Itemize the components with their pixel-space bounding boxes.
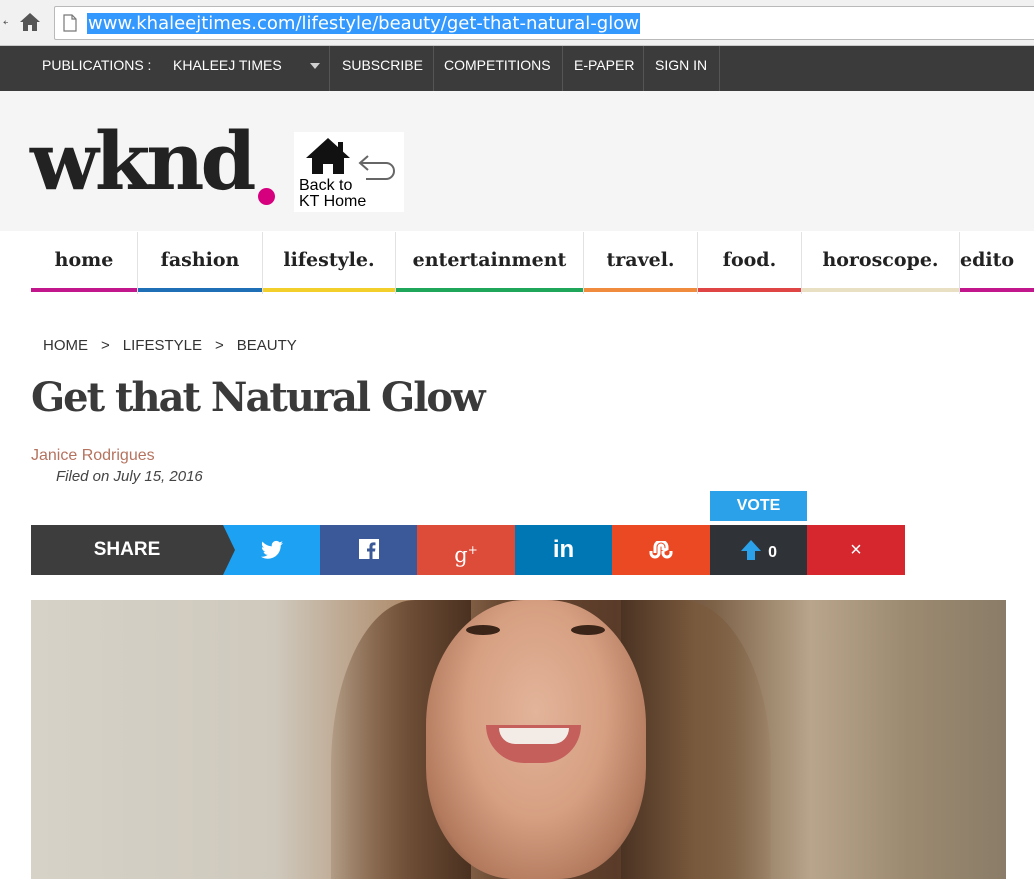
- hero-eye: [571, 625, 605, 635]
- share-arrow-shape: [223, 525, 235, 575]
- browser-toolbar: ← www.khaleejtimes.com/lifestyle/beauty/…: [0, 0, 1034, 46]
- filed-date: Filed on July 15, 2016: [56, 468, 203, 485]
- nav-label: fashion: [160, 249, 240, 271]
- back-home-line1: Back to: [299, 177, 353, 194]
- divider: [433, 46, 434, 91]
- close-share-button[interactable]: ×: [807, 525, 905, 575]
- top-utility-bar: PUBLICATIONS : KHALEEJ TIMES SUBSCRIBE C…: [0, 46, 1034, 91]
- back-arrow-icon[interactable]: ←: [0, 12, 8, 32]
- home-icon[interactable]: [18, 10, 42, 34]
- url-text[interactable]: www.khaleejtimes.com/lifestyle/beauty/ge…: [87, 13, 640, 34]
- nav-label: entertainment: [412, 249, 567, 271]
- divider: [329, 46, 330, 91]
- facebook-share-button[interactable]: [320, 525, 417, 575]
- vote-count: 0: [768, 544, 778, 561]
- breadcrumb-lifestyle[interactable]: LIFESTYLE: [123, 337, 202, 354]
- googleplus-icon: g+: [454, 543, 478, 567]
- breadcrumb-separator: >: [101, 337, 110, 354]
- dropdown-caret-icon[interactable]: [310, 63, 320, 69]
- share-bar: SHARE g+ in 0 ×: [31, 525, 905, 575]
- back-home-line2: KT Home: [299, 193, 367, 210]
- publications-label: PUBLICATIONS :: [42, 57, 152, 73]
- vote-label: VOTE: [710, 491, 807, 521]
- nav-underline: [802, 288, 959, 292]
- nav-item-home[interactable]: home: [31, 232, 138, 294]
- breadcrumb: HOME > LIFESTYLE > BEAUTY: [43, 337, 297, 354]
- twitter-share-button[interactable]: [223, 525, 320, 575]
- address-bar[interactable]: www.khaleejtimes.com/lifestyle/beauty/ge…: [54, 6, 1034, 40]
- nav-label: food.: [722, 249, 777, 271]
- wknd-logo[interactable]: wknd: [30, 121, 256, 201]
- divider: [562, 46, 563, 91]
- nav-underline: [31, 288, 137, 292]
- divider: [719, 46, 720, 91]
- signin-link[interactable]: SIGN IN: [655, 46, 707, 91]
- twitter-icon: [260, 540, 283, 559]
- breadcrumb-beauty[interactable]: BEAUTY: [237, 337, 297, 354]
- house-icon: [306, 138, 350, 174]
- nav-underline: [698, 288, 801, 292]
- logo-band: wknd Back to KT Home: [0, 91, 1034, 231]
- nav-label: edito: [960, 249, 1015, 271]
- nav-label: home: [54, 249, 114, 271]
- nav-label: lifestyle.: [283, 249, 375, 271]
- linkedin-share-button[interactable]: in: [515, 525, 612, 575]
- hero-eye: [466, 625, 500, 635]
- main-nav: home fashion lifestyle. entertainment tr…: [31, 232, 1034, 294]
- article-title: Get that Natural Glow: [31, 374, 486, 421]
- linkedin-icon: in: [552, 536, 575, 563]
- competitions-link[interactable]: COMPETITIONS: [444, 46, 551, 91]
- subscribe-link[interactable]: SUBSCRIBE: [342, 46, 423, 91]
- nav-label: horoscope.: [822, 249, 939, 271]
- article-hero-image: [31, 600, 1006, 879]
- stumbleupon-share-button[interactable]: [612, 525, 710, 575]
- close-icon: ×: [850, 539, 862, 561]
- khaleej-times-link[interactable]: KHALEEJ TIMES: [173, 46, 282, 91]
- nav-item-horoscope[interactable]: horoscope.: [802, 232, 960, 294]
- nav-underline: [584, 288, 697, 292]
- back-to-kt-home-label: Back to KT Home: [299, 178, 366, 210]
- nav-item-food[interactable]: food.: [698, 232, 802, 294]
- nav-item-lifestyle[interactable]: lifestyle.: [263, 232, 396, 294]
- author-link[interactable]: Janice Rodrigues: [31, 447, 155, 465]
- googleplus-share-button[interactable]: g+: [417, 525, 515, 575]
- logo-dot: [258, 188, 275, 205]
- vote-button[interactable]: 0: [710, 525, 807, 575]
- nav-underline: [263, 288, 395, 292]
- share-label: SHARE: [31, 525, 223, 575]
- nav-label: travel.: [606, 249, 675, 271]
- facebook-icon: [358, 539, 379, 559]
- page-icon: [63, 14, 77, 32]
- back-to-kt-home-button[interactable]: Back to KT Home: [294, 132, 404, 212]
- nav-item-entertainment[interactable]: entertainment: [396, 232, 584, 294]
- stumbleupon-icon: [649, 539, 673, 559]
- divider: [643, 46, 644, 91]
- nav-underline: [396, 288, 583, 292]
- nav-underline: [960, 288, 1034, 292]
- hero-teeth: [499, 728, 569, 744]
- epaper-link[interactable]: E-PAPER: [574, 46, 634, 91]
- nav-underline: [138, 288, 262, 292]
- breadcrumb-separator: >: [214, 337, 224, 354]
- nav-item-editors[interactable]: edito: [960, 232, 1034, 294]
- upvote-arrow-icon: [740, 540, 761, 560]
- nav-item-fashion[interactable]: fashion: [138, 232, 263, 294]
- breadcrumb-home[interactable]: HOME: [43, 337, 88, 354]
- nav-item-travel[interactable]: travel.: [584, 232, 698, 294]
